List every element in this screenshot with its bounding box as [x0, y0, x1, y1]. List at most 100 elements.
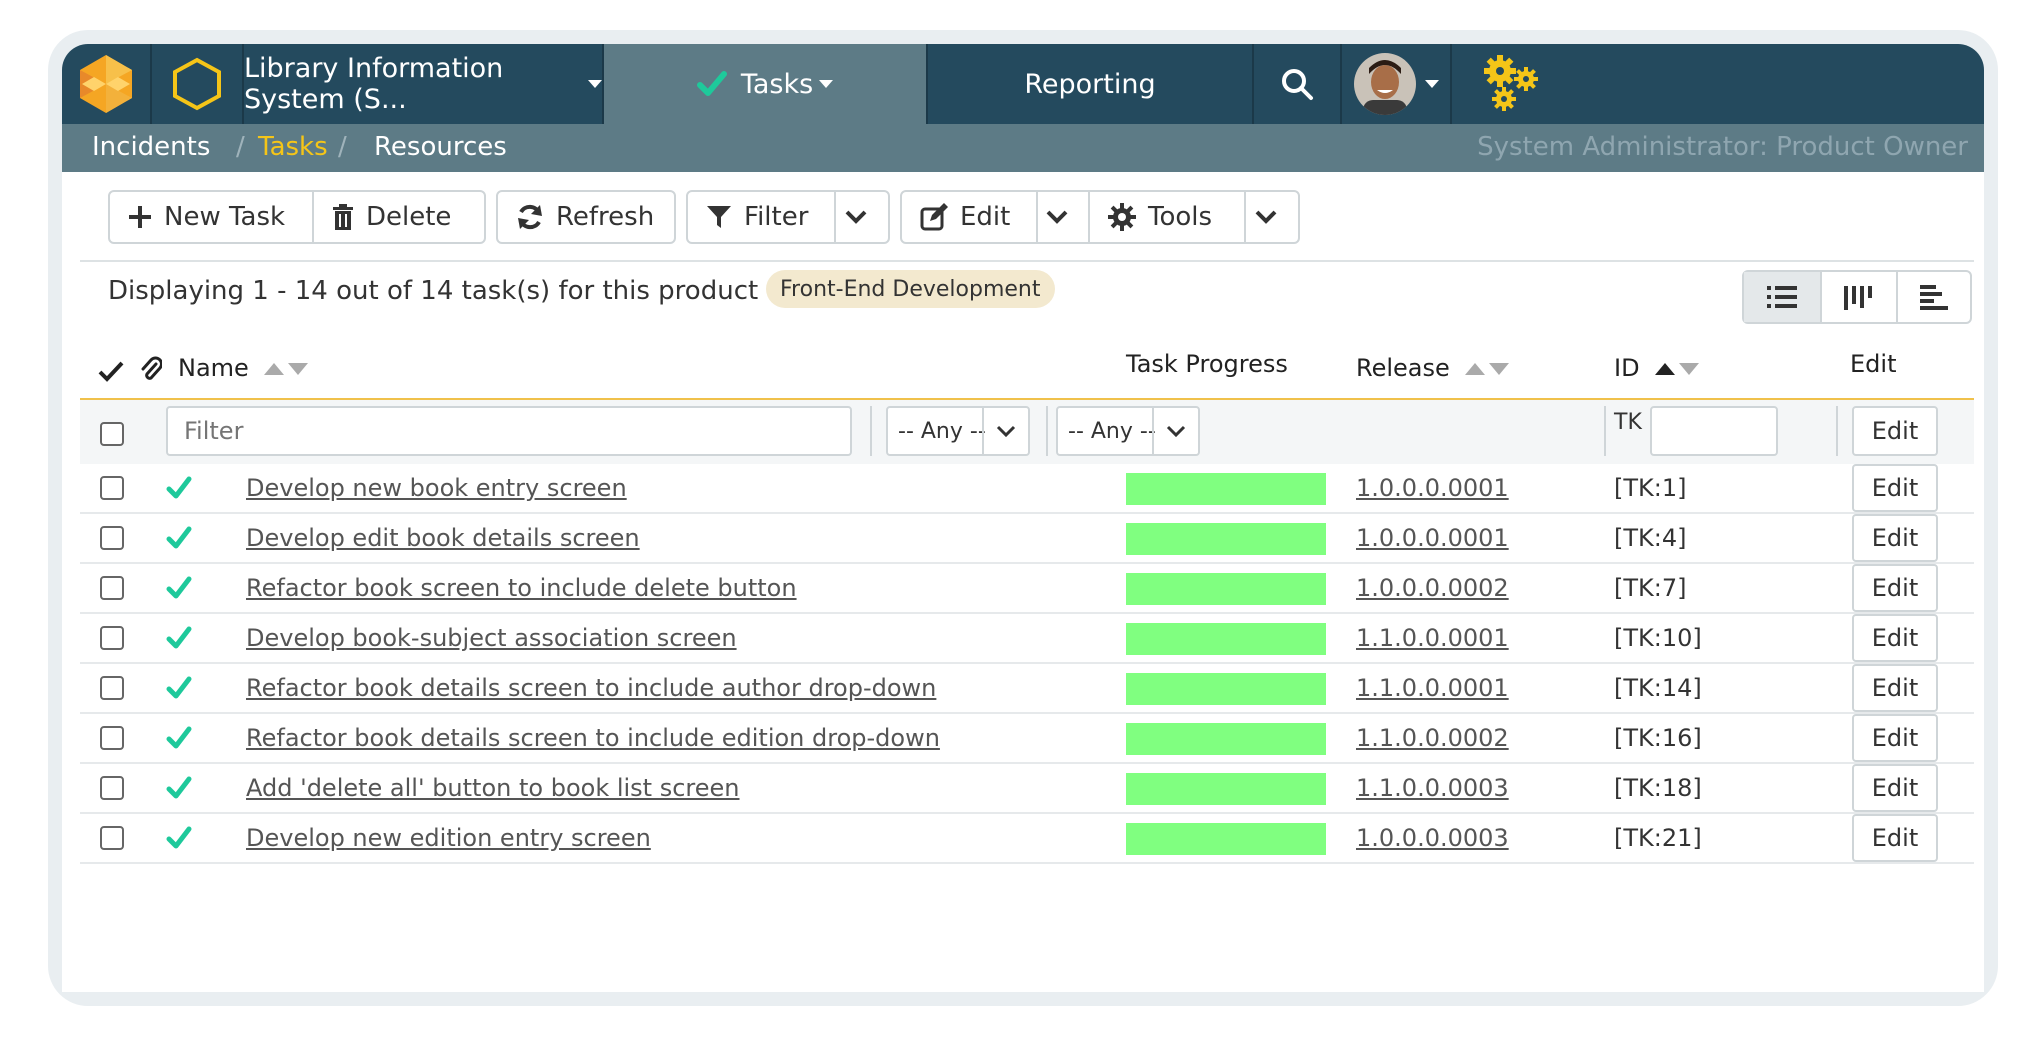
release-link[interactable]: 1.0.0.0.0003 [1356, 824, 1509, 852]
release-link[interactable]: 1.1.0.0.0002 [1356, 724, 1509, 752]
task-progress-bar [1126, 823, 1326, 855]
new-task-button[interactable]: New Task [108, 190, 314, 244]
row-edit-button[interactable]: Edit [1852, 714, 1938, 762]
edit-label: Edit [960, 202, 1011, 232]
tasks-menu[interactable]: Tasks [604, 44, 928, 124]
table-row: Refactor book details screen to include … [80, 714, 1974, 764]
id-column-header[interactable]: ID [1614, 354, 1700, 382]
task-name-link[interactable]: Add 'delete all' button to book list scr… [246, 774, 740, 802]
user-role: System Administrator: Product Owner [1477, 132, 1968, 162]
row-edit-button[interactable]: Edit [1852, 564, 1938, 612]
board-view-icon [1844, 286, 1872, 310]
progress-filter-select[interactable]: -- Any -- [886, 406, 1030, 456]
select-all-check-icon [98, 361, 124, 382]
select-all-checkbox[interactable] [100, 422, 124, 446]
tools-button[interactable]: Tools [1088, 190, 1246, 244]
breadcrumb-resources[interactable]: Resources [374, 132, 507, 162]
caret-down-icon [1425, 80, 1439, 88]
sort-icon[interactable] [264, 361, 309, 377]
release-filter-select[interactable]: -- Any -- [1056, 406, 1200, 456]
caret-down-icon [588, 80, 602, 88]
gear-icon [1108, 203, 1136, 231]
sort-icon[interactable] [1655, 361, 1700, 377]
task-name-link[interactable]: Refactor book details screen to include … [246, 724, 940, 752]
release-link[interactable]: 1.1.0.0.0001 [1356, 674, 1509, 702]
release-link[interactable]: 1.0.0.0.0001 [1356, 474, 1509, 502]
refresh-button[interactable]: Refresh [496, 190, 676, 244]
row-checkbox[interactable] [100, 476, 124, 500]
task-id: [TK:14] [1614, 674, 1702, 702]
filter-button[interactable]: Filter [686, 190, 836, 244]
paperclip-icon [141, 356, 162, 380]
release-link[interactable]: 1.1.0.0.0001 [1356, 624, 1509, 652]
release-link[interactable]: 1.1.0.0.0003 [1356, 774, 1509, 802]
filter-row: -- Any -- -- Any -- TK Edit [80, 400, 1974, 464]
edit-dropdown-button[interactable] [1036, 190, 1090, 244]
row-checkbox[interactable] [100, 526, 124, 550]
check-icon [166, 826, 192, 849]
task-name-link[interactable]: Refactor book details screen to include … [246, 674, 936, 702]
name-column-header[interactable]: Name [178, 354, 309, 382]
check-icon [166, 776, 192, 799]
table-row: Develop edit book details screen 1.0.0.0.… [80, 514, 1974, 564]
list-view-icon [1767, 286, 1797, 308]
edit-button[interactable]: Edit [900, 190, 1038, 244]
user-menu[interactable] [1342, 44, 1452, 124]
delete-button[interactable]: Delete [312, 190, 486, 244]
check-icon [696, 71, 727, 96]
release-column-header[interactable]: Release [1356, 354, 1510, 382]
reporting-menu[interactable]: Reporting [928, 44, 1254, 124]
plus-icon [129, 206, 151, 228]
id-filter-input[interactable] [1650, 406, 1778, 456]
row-checkbox[interactable] [100, 626, 124, 650]
row-edit-button[interactable]: Edit [1852, 464, 1938, 512]
task-name-link[interactable]: Develop new edition entry screen [246, 824, 651, 852]
row-checkbox[interactable] [100, 576, 124, 600]
row-edit-button[interactable]: Edit [1852, 814, 1938, 862]
breadcrumb: Incidents / Tasks / Resources System Adm… [62, 124, 1984, 172]
name-filter-input[interactable] [166, 406, 852, 456]
search-button[interactable] [1254, 44, 1342, 124]
task-id: [TK:10] [1614, 624, 1702, 652]
tools-label: Tools [1148, 202, 1213, 232]
project-selector[interactable]: Library Information System (S... [244, 44, 604, 124]
row-edit-button[interactable]: Edit [1852, 514, 1938, 562]
release-link[interactable]: 1.0.0.0.0001 [1356, 524, 1509, 552]
task-name-link[interactable]: Develop new book entry screen [246, 474, 627, 502]
row-edit-button[interactable]: Edit [1852, 614, 1938, 662]
refresh-icon [518, 204, 542, 230]
task-name-link[interactable]: Refactor book screen to include delete b… [246, 574, 797, 602]
sort-icon[interactable] [1465, 361, 1510, 377]
reporting-label: Reporting [1024, 68, 1156, 100]
breadcrumb-incidents[interactable]: Incidents [92, 132, 210, 162]
tools-dropdown-button[interactable] [1244, 190, 1300, 244]
row-edit-button[interactable]: Edit [1852, 764, 1938, 812]
workspace-button[interactable] [152, 44, 244, 124]
table-row: Develop new book entry screen 1.0.0.0.000… [80, 464, 1974, 514]
column-divider [1604, 406, 1606, 456]
row-checkbox[interactable] [100, 776, 124, 800]
row-checkbox[interactable] [100, 726, 124, 750]
id-header-label: ID [1614, 354, 1640, 382]
progress-filter-chevron[interactable] [982, 408, 1028, 454]
row-checkbox[interactable] [100, 676, 124, 700]
app-logo[interactable] [62, 44, 152, 124]
settings-button[interactable] [1452, 44, 1984, 124]
breadcrumb-tasks[interactable]: Tasks [258, 132, 328, 162]
task-progress-bar [1126, 473, 1326, 505]
filter-dropdown-button[interactable] [834, 190, 890, 244]
filter-edit-button[interactable]: Edit [1852, 406, 1938, 456]
task-progress-bar [1126, 673, 1326, 705]
results-summary: Displaying 1 - 14 out of 14 task(s) for … [108, 276, 759, 306]
task-progress-bar [1126, 623, 1326, 655]
row-edit-button[interactable]: Edit [1852, 664, 1938, 712]
check-icon [166, 576, 192, 599]
task-name-link[interactable]: Develop edit book details screen [246, 524, 640, 552]
check-icon [166, 526, 192, 549]
check-icon [166, 626, 192, 649]
table-row: Develop book-subject association screen 1… [80, 614, 1974, 664]
release-filter-chevron[interactable] [1152, 408, 1198, 454]
row-checkbox[interactable] [100, 826, 124, 850]
task-name-link[interactable]: Develop book-subject association screen [246, 624, 737, 652]
release-link[interactable]: 1.0.0.0.0002 [1356, 574, 1509, 602]
